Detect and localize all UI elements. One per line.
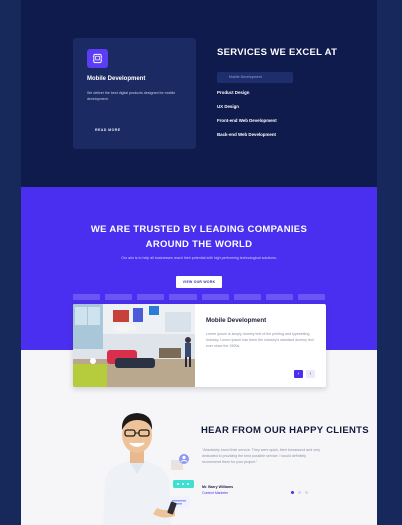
services-list: Product Design UX Design Front-end Web D… — [217, 88, 277, 144]
services-item-active[interactable]: Mobile Development — [217, 72, 293, 83]
project-description: Lorem Ipsum is simply dummy text of the … — [206, 332, 314, 348]
service-card-title: Mobile Development — [87, 76, 146, 82]
pagination-dot[interactable] — [305, 491, 308, 494]
read-more-link[interactable]: READ MORE — [95, 128, 121, 132]
previous-button[interactable]: ‹ — [306, 370, 315, 378]
services-item-product-design[interactable]: Product Design — [217, 88, 277, 102]
monitor-icon — [87, 49, 108, 68]
services-section: Mobile Development We deliver the best d… — [21, 0, 377, 187]
project-title: Mobile Development — [206, 317, 267, 324]
services-item-front-end[interactable]: Front-end Web Development — [217, 116, 277, 130]
office-photo — [73, 304, 195, 387]
trusted-heading-line1: WE ARE TRUSTED BY LEADING COMPANIES — [90, 224, 308, 235]
next-button[interactable]: › — [294, 370, 303, 378]
trusted-subtitle: Our aim is to help all businesses reach … — [121, 256, 277, 260]
testimonial-author: Mr. Barry Williams — [202, 485, 234, 489]
view-our-work-button[interactable]: VIEW OUR WORK — [176, 276, 222, 288]
testimonials-heading: HEAR FROM OUR HAPPY CLIENTS — [201, 425, 369, 436]
chevron-left-icon: ‹ — [309, 371, 312, 377]
pagination-dot[interactable] — [298, 491, 301, 494]
trusted-heading: WE ARE TRUSTED BY LEADING COMPANIES AROU… — [21, 222, 377, 252]
service-card[interactable]: Mobile Development We deliver the best d… — [73, 38, 196, 149]
partner-logo-strip — [73, 294, 325, 300]
page: Mobile Development We deliver the best d… — [21, 0, 377, 525]
left-background-strip — [0, 0, 21, 525]
testimonial-role: Content Marketer — [202, 491, 229, 495]
project-card: Mobile Development Lorem Ipsum is simply… — [73, 304, 326, 387]
testimonial-quote: "Absolutely loved their service. They we… — [202, 448, 321, 464]
chevron-right-icon: › — [297, 371, 300, 377]
services-item-ux-design[interactable]: UX Design — [217, 102, 277, 116]
pagination-dot[interactable] — [291, 491, 294, 494]
services-item-active-label: Mobile Development — [229, 75, 262, 79]
client-portrait-illustration — [103, 413, 194, 525]
service-card-description: We deliver the best digital products des… — [87, 91, 176, 101]
testimonial-pagination — [291, 491, 308, 494]
services-item-back-end[interactable]: Back-end Web Development — [217, 130, 277, 144]
trusted-heading-line2: AROUND THE WORLD — [145, 239, 253, 250]
services-heading: SERVICES WE EXCEL AT — [217, 47, 338, 58]
right-background-strip — [377, 0, 402, 525]
